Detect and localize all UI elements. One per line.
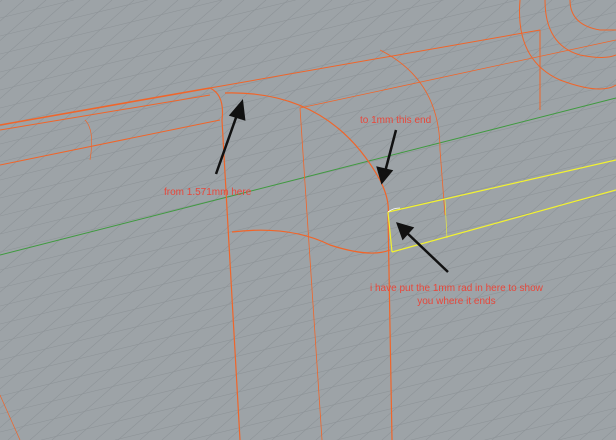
- grid-line: [188, 335, 616, 440]
- grid-line: [0, 0, 399, 351]
- grid-line: [0, 119, 616, 271]
- grid-line: [579, 408, 616, 440]
- arrow-to: [383, 129, 398, 173]
- construction-grid: [0, 0, 616, 440]
- grid-line: [0, 0, 148, 37]
- model-curves: [0, 0, 616, 440]
- grid-line: [469, 311, 616, 440]
- grid-line: [0, 11, 616, 163]
- grid-line: [0, 0, 421, 370]
- grid-line: [51, 0, 553, 440]
- grid-line: [0, 0, 592, 145]
- grid-line: [95, 0, 597, 440]
- grid-line: [0, 0, 201, 177]
- grid-line: [491, 330, 616, 440]
- grid-line: [0, 0, 245, 215]
- grid-line: [0, 0, 518, 127]
- grid-line: [139, 20, 616, 440]
- grid-line: [41, 299, 616, 440]
- grid-line: [0, 0, 333, 293]
- grid-line: [0, 0, 69, 61]
- grid-line: [0, 0, 3, 3]
- grid-line: [336, 371, 616, 440]
- grid-line: [558, 425, 616, 440]
- arrow-from: [214, 111, 240, 175]
- annotation-from: from 1.571mm here: [164, 187, 252, 198]
- cad-viewport[interactable]: [0, 0, 616, 440]
- grid-line: [0, 0, 135, 119]
- grid-line: [447, 291, 616, 440]
- annotation-rad: i have put the 1mm rad in here to show y…: [370, 282, 543, 308]
- grid-line: [0, 0, 487, 428]
- grid-line: [114, 317, 616, 440]
- annotation-to: to 1mm this end: [360, 115, 432, 126]
- grid-line: [0, 0, 91, 80]
- grid-line: [0, 0, 222, 55]
- grid-line: [513, 349, 616, 440]
- grid-line: [0, 0, 296, 73]
- grid-line: [0, 0, 113, 99]
- grid-line: [73, 0, 575, 440]
- grid-line: [7, 0, 509, 440]
- annotation-rad-line1: i have put the 1mm rad in here to show: [370, 283, 543, 294]
- grid-line: [484, 407, 616, 440]
- grid-line: [381, 233, 616, 440]
- grid-line: [0, 0, 179, 157]
- grid-line: [0, 0, 465, 409]
- grid-line: [0, 0, 25, 22]
- grid-line: [557, 388, 616, 440]
- grid-line: [0, 0, 74, 19]
- grid-line: [0, 0, 311, 274]
- grid-line: [410, 389, 616, 440]
- annotation-rad-line2: you where it ends: [417, 296, 496, 307]
- grid-line: [601, 427, 616, 440]
- grid-line: [227, 98, 616, 440]
- grid-line: [535, 369, 616, 440]
- grid-line: [337, 195, 616, 440]
- grid-line: [0, 29, 616, 181]
- grid-line: [0, 0, 223, 196]
- grid-line: [249, 117, 616, 440]
